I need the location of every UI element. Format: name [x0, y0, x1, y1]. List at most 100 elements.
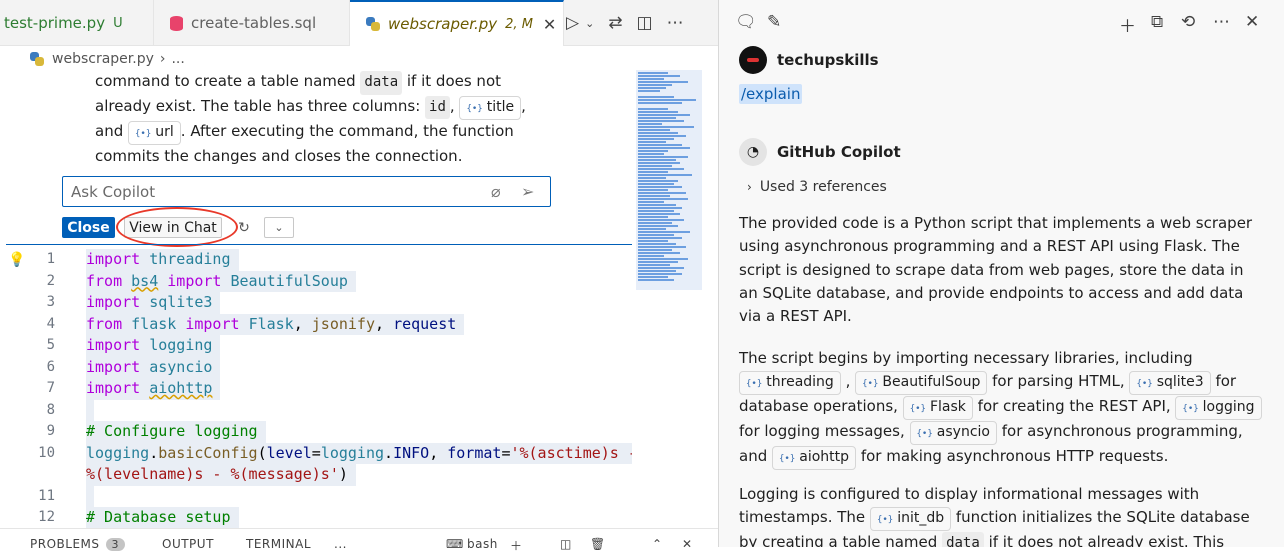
split-terminal-icon[interactable]: ◫	[560, 537, 572, 551]
editor-tab-bar: test-prime.py U create-tables.sql webscr…	[0, 0, 718, 46]
symbol-chip[interactable]: {•} sqlite3	[1129, 371, 1211, 396]
minimap-line	[638, 225, 678, 227]
minimap-line	[638, 240, 668, 242]
code-token: logging	[86, 443, 150, 462]
minimap-line	[638, 261, 678, 263]
new-terminal-icon[interactable]: ＋	[510, 537, 523, 554]
symbol-chip[interactable]: {•} title	[459, 95, 522, 120]
references-toggle[interactable]: › Used 3 references	[747, 179, 887, 195]
symbol-icon: {•}	[876, 515, 894, 526]
code-token: BeautifulSoup	[230, 271, 348, 290]
symbol-chip[interactable]: {•} BeautifulSoup	[855, 371, 988, 396]
code-line[interactable]: 1 import threading	[0, 249, 632, 271]
code-line[interactable]: 5 import logging	[0, 335, 632, 357]
close-panel-icon[interactable]: ✕	[682, 537, 693, 551]
minimap-line	[638, 279, 674, 281]
user-name: techupskills	[777, 51, 879, 69]
code-token: import	[86, 379, 141, 397]
minimap-line	[638, 111, 678, 113]
compare-changes-icon[interactable]: ⇄	[608, 13, 622, 33]
terminal-shell-icon[interactable]: ⌨	[446, 537, 464, 551]
code-token: flask	[131, 314, 177, 333]
code-token: import	[167, 271, 222, 290]
chevron-down-icon[interactable]: ⌄	[585, 17, 594, 30]
minimap-line	[638, 75, 680, 77]
history-icon[interactable]: ⟲	[1181, 12, 1195, 32]
symbol-chip[interactable]: {•} init_db	[869, 507, 952, 532]
maximize-panel-icon[interactable]: ⌃	[652, 537, 663, 551]
symbol-chip[interactable]: {•} url	[128, 120, 181, 145]
code-token: basicConfig	[158, 443, 258, 462]
code-token: # Database setup	[86, 508, 231, 526]
minimap-line	[638, 258, 688, 260]
rerun-icon[interactable]: ↻	[230, 217, 258, 238]
close-icon[interactable]: ✕	[1245, 12, 1259, 32]
chevron-down-icon[interactable]: ⌄	[264, 217, 294, 238]
open-in-editor-icon[interactable]: ⧉	[1151, 12, 1163, 32]
more-actions-icon[interactable]: ⋯	[667, 13, 684, 33]
chat-icon[interactable]: 🗨	[735, 12, 757, 32]
breadcrumb-more[interactable]: ...	[171, 51, 184, 67]
minimap-line	[638, 276, 668, 278]
split-editor-icon[interactable]: ◫	[637, 13, 653, 33]
code-line[interactable]: 8	[0, 399, 632, 421]
references-label: Used 3 references	[759, 179, 887, 195]
code-chip: data	[360, 71, 403, 95]
minimap-line	[638, 177, 666, 179]
tab-output[interactable]: OUTPUT	[162, 537, 214, 551]
code-line[interactable]: 10 logging.basicConfig(level=logging.INFO…	[0, 442, 632, 464]
ask-copilot-input[interactable]: Ask Copilot ⌀ ➢	[62, 176, 551, 207]
breadcrumb-file[interactable]: webscraper.py	[52, 51, 154, 67]
close-button[interactable]: Close	[62, 217, 115, 238]
symbol-chip[interactable]: {•} threading	[739, 371, 841, 396]
code-line[interactable]: %(levelname)s - %(message)s')	[0, 464, 632, 486]
minimap-line	[638, 126, 694, 128]
symbol-chip[interactable]: {•} asyncio	[909, 421, 997, 446]
line-number: 8	[46, 401, 55, 418]
minimap-line	[638, 204, 676, 206]
minimap-line	[638, 195, 670, 197]
tab-webscraper[interactable]: webscraper.py 2, M ✕	[350, 0, 564, 46]
close-tab-icon[interactable]: ✕	[543, 15, 556, 34]
tab-terminal[interactable]: TERMINAL	[246, 537, 311, 551]
code-token: '%(asctime)s -	[510, 443, 632, 462]
code-line[interactable]: 3 import sqlite3	[0, 292, 632, 314]
minimap-line	[638, 174, 692, 176]
more-actions-icon[interactable]: ⋯	[1213, 12, 1230, 32]
line-number: 2	[46, 272, 55, 289]
symbol-icon: {•}	[909, 404, 926, 415]
terminal-shell-name[interactable]: bash	[467, 537, 498, 551]
kill-terminal-icon[interactable]: 🗑	[590, 537, 606, 551]
text-segment: command to create a table named	[95, 72, 361, 90]
send-icon[interactable]: ➢	[521, 182, 534, 201]
code-editor[interactable]: 💡 1 import threading 2 from bs4 import Beau…	[0, 248, 632, 528]
minimap-line	[638, 171, 668, 173]
run-icon[interactable]: ▷	[566, 13, 579, 33]
symbol-chip[interactable]: {•} aiohttp	[772, 446, 857, 471]
slash-command-chip[interactable]: /explain	[739, 84, 803, 104]
ask-placeholder: Ask Copilot	[71, 182, 156, 201]
response-paragraph: Logging is configured to display informa…	[739, 483, 1264, 547]
code-line[interactable]: 2 from bs4 import BeautifulSoup	[0, 270, 632, 292]
code-line[interactable]: 7 import aiohttp	[0, 378, 632, 400]
more-panels-icon[interactable]: ...	[334, 537, 347, 551]
tab-test-prime[interactable]: test-prime.py U	[0, 0, 154, 46]
symbol-chip[interactable]: {•} logging	[1175, 396, 1262, 421]
symbol-chip[interactable]: {•} Flask	[902, 396, 973, 421]
attach-icon[interactable]: ⌀	[491, 182, 501, 201]
code-line[interactable]: 4 from flask import Flask, jsonify, reque…	[0, 313, 632, 335]
new-chat-icon[interactable]: ＋	[1119, 12, 1136, 37]
code-line[interactable]: 9 # Configure logging	[0, 421, 632, 443]
code-line[interactable]: 6 import asyncio	[0, 356, 632, 378]
minimap[interactable]	[632, 68, 702, 547]
tab-create-tables[interactable]: create-tables.sql	[154, 0, 350, 46]
edit-session-icon[interactable]: ✎	[767, 12, 781, 32]
code-line[interactable]: 11	[0, 485, 632, 507]
symbol-icon: {•}	[1182, 404, 1199, 415]
code-line[interactable]: 12 # Database setup	[0, 507, 632, 528]
annotation-highlight-ring	[116, 207, 238, 247]
breadcrumb: webscraper.py › ...	[30, 49, 185, 69]
minimap-line	[638, 150, 668, 152]
code-token: logging	[149, 336, 213, 354]
tab-problems[interactable]: PROBLEMS 3	[30, 537, 125, 551]
